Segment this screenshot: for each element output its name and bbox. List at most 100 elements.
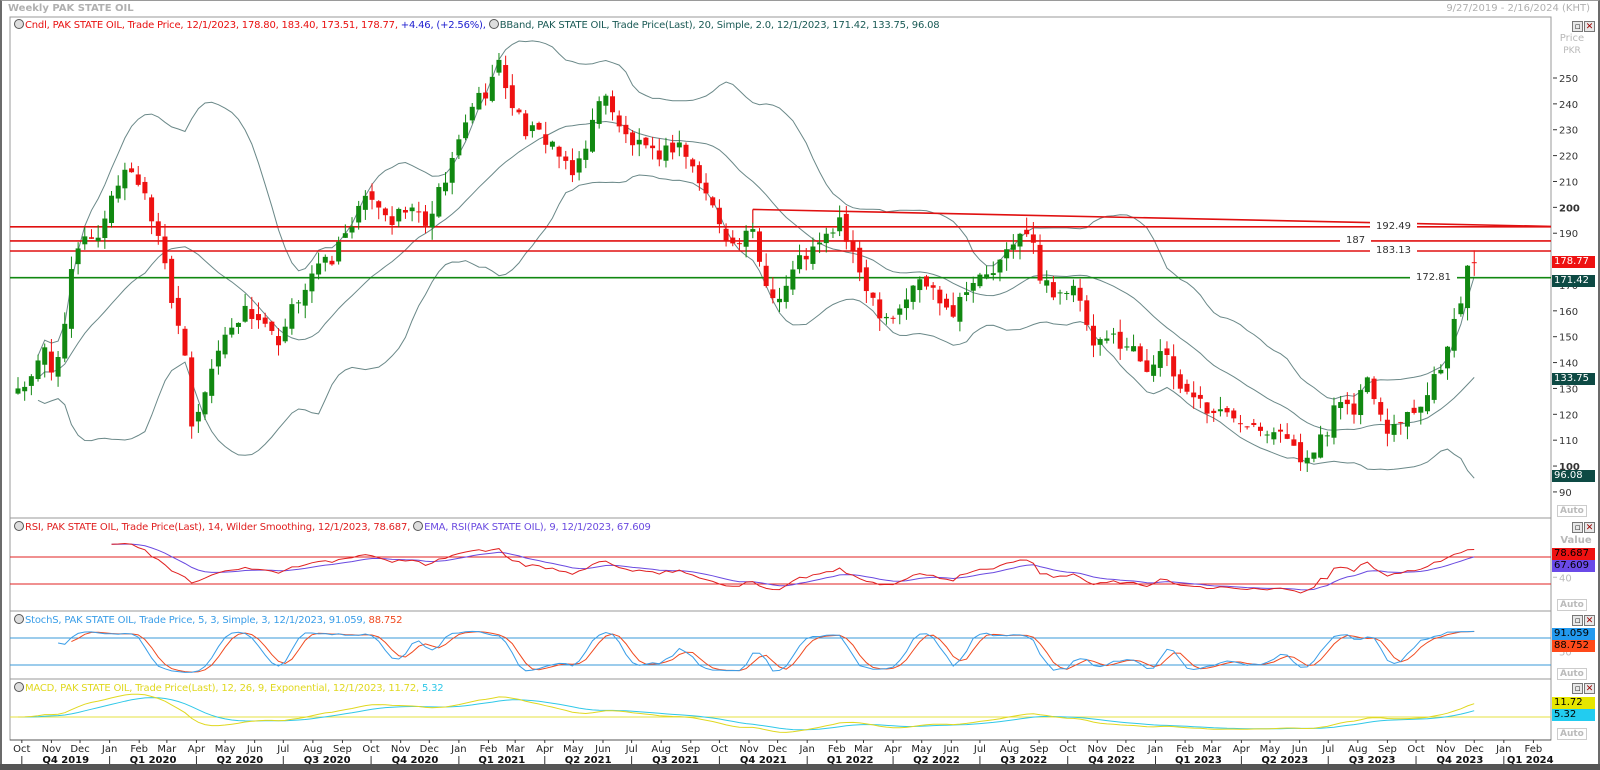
candle-body bbox=[1137, 346, 1143, 362]
bband-legend-text[interactable]: BBand, PAK STATE OIL, Trade Price(Last),… bbox=[500, 20, 940, 31]
candle-body bbox=[583, 148, 589, 160]
month-label: Jan bbox=[1495, 744, 1511, 755]
month-label: May bbox=[215, 744, 236, 755]
quarter-label: Q3 2020 bbox=[304, 755, 351, 766]
candle-body bbox=[55, 357, 61, 377]
candle-body bbox=[182, 328, 188, 356]
maximize-icon[interactable]: ▫ bbox=[1572, 683, 1583, 694]
candle-body bbox=[62, 323, 68, 359]
candle-body bbox=[1431, 374, 1437, 400]
candle-body bbox=[997, 259, 1003, 273]
candle-body bbox=[636, 139, 642, 145]
candle-body bbox=[930, 285, 936, 288]
quarter-label: Q2 2023 bbox=[1261, 755, 1308, 766]
month-label: Dec bbox=[1465, 744, 1484, 755]
month-label: Dec bbox=[1116, 744, 1135, 755]
candle-body bbox=[603, 95, 609, 106]
candle-body bbox=[169, 258, 175, 303]
month-label: Jan bbox=[1147, 744, 1163, 755]
candle bbox=[189, 351, 195, 439]
candle-body bbox=[1451, 318, 1457, 351]
quarter-label: Q2 2020 bbox=[216, 755, 263, 766]
stoch-panel-controls: ▫ ✕ bbox=[1572, 615, 1595, 626]
candle-body bbox=[389, 216, 395, 226]
candle-body bbox=[1010, 244, 1016, 250]
candle-body bbox=[376, 201, 382, 208]
stoch-d-text: 88.752 bbox=[365, 615, 403, 626]
candle-body bbox=[1024, 229, 1030, 235]
quarter-label: Q4 2023 bbox=[1437, 755, 1484, 766]
candle-body bbox=[1070, 285, 1076, 296]
maximize-icon[interactable]: ▫ bbox=[1572, 21, 1583, 32]
close-icon[interactable]: ✕ bbox=[1584, 522, 1595, 533]
quarter-label: Q3 2022 bbox=[1000, 755, 1047, 766]
close-icon[interactable]: ✕ bbox=[1584, 21, 1595, 32]
clock-icon[interactable] bbox=[14, 614, 24, 624]
candle bbox=[109, 190, 115, 228]
price-tick-label: 140 bbox=[1559, 359, 1578, 370]
price-value-badge: 171.42 bbox=[1552, 275, 1595, 288]
candle-body bbox=[349, 226, 355, 233]
clock-icon[interactable] bbox=[14, 19, 24, 29]
quarter-label: Q1 2024 bbox=[1507, 755, 1554, 766]
candle-body bbox=[115, 185, 121, 199]
candle-legend-text[interactable]: Cndl, PAK STATE OIL, Trade Price, 12/1/2… bbox=[25, 20, 398, 31]
price-value-badge: 133.75 bbox=[1552, 372, 1595, 385]
candle-body bbox=[436, 187, 442, 217]
macd-auto-scale-button[interactable]: Auto bbox=[1557, 728, 1587, 740]
quarter-label: Q2 2021 bbox=[565, 755, 612, 766]
price-panel-controls: ▫ ✕ bbox=[1572, 21, 1595, 32]
candle-body bbox=[1237, 423, 1243, 425]
candle-body bbox=[1311, 452, 1317, 459]
rsi-auto-scale-button[interactable]: Auto bbox=[1557, 599, 1587, 611]
candle-body bbox=[964, 292, 970, 295]
candle-body bbox=[650, 145, 656, 149]
month-label: Feb bbox=[1176, 744, 1194, 755]
month-label: Oct bbox=[1407, 744, 1424, 755]
candle bbox=[182, 326, 188, 357]
price-tick-label: 160 bbox=[1559, 307, 1578, 318]
candle-body bbox=[663, 145, 669, 161]
clock-icon[interactable] bbox=[14, 682, 24, 692]
stoch-auto-scale-button[interactable]: Auto bbox=[1557, 668, 1587, 680]
candle-body bbox=[1117, 331, 1123, 349]
chart-canvas[interactable]: 9010011012013014015016017018019020021022… bbox=[0, 0, 1600, 770]
candle-body bbox=[870, 292, 876, 298]
candle-body bbox=[536, 122, 542, 130]
candle-body bbox=[1204, 402, 1210, 414]
month-label: Aug bbox=[651, 744, 671, 755]
macd-legend-text[interactable]: MACD, PAK STATE OIL, Trade Price(Last), … bbox=[25, 683, 419, 694]
candle-body bbox=[1057, 292, 1063, 294]
clock-icon[interactable] bbox=[413, 521, 424, 531]
candle-body bbox=[850, 240, 856, 252]
candle-body bbox=[195, 411, 201, 422]
clock-icon[interactable] bbox=[14, 521, 24, 531]
candle-body bbox=[209, 368, 215, 396]
maximize-icon[interactable]: ▫ bbox=[1572, 522, 1583, 533]
price-auto-scale-button[interactable]: Auto bbox=[1557, 505, 1587, 517]
candle-body bbox=[469, 106, 475, 121]
rsi-legend-text[interactable]: RSI, PAK STATE OIL, Trade Price(Last), 1… bbox=[25, 522, 410, 533]
quarter-label: Q1 2021 bbox=[478, 755, 525, 766]
stoch-legend-text[interactable]: StochS, PAK STATE OIL, Trade Price, 5, 3… bbox=[25, 615, 366, 626]
rsi-legend: RSI, PAK STATE OIL, Trade Price(Last), 1… bbox=[14, 521, 651, 533]
level-label: 183.13 bbox=[1370, 244, 1417, 256]
rsi-value-badge: 78.687 bbox=[1552, 548, 1595, 560]
candle-body bbox=[22, 386, 28, 392]
maximize-icon[interactable]: ▫ bbox=[1572, 615, 1583, 626]
candle-body bbox=[1077, 287, 1083, 301]
close-icon[interactable]: ✕ bbox=[1584, 615, 1595, 626]
candle-body bbox=[670, 142, 676, 153]
candle-body bbox=[1084, 300, 1090, 325]
price-tick-label: 120 bbox=[1559, 410, 1578, 421]
price-tick-label: 250 bbox=[1559, 74, 1578, 85]
candle-body bbox=[1398, 422, 1404, 424]
ema-legend-text[interactable]: EMA, RSI(PAK STATE OIL), 9, 12/1/2023, 6… bbox=[424, 522, 651, 533]
month-label: Aug bbox=[303, 744, 323, 755]
candle-body bbox=[1211, 410, 1217, 414]
close-icon[interactable]: ✕ bbox=[1584, 683, 1595, 694]
clock-icon[interactable] bbox=[488, 19, 499, 29]
price-tick-label: 230 bbox=[1559, 126, 1578, 137]
quarter-label: Q4 2020 bbox=[392, 755, 439, 766]
candle-body bbox=[1424, 395, 1430, 412]
